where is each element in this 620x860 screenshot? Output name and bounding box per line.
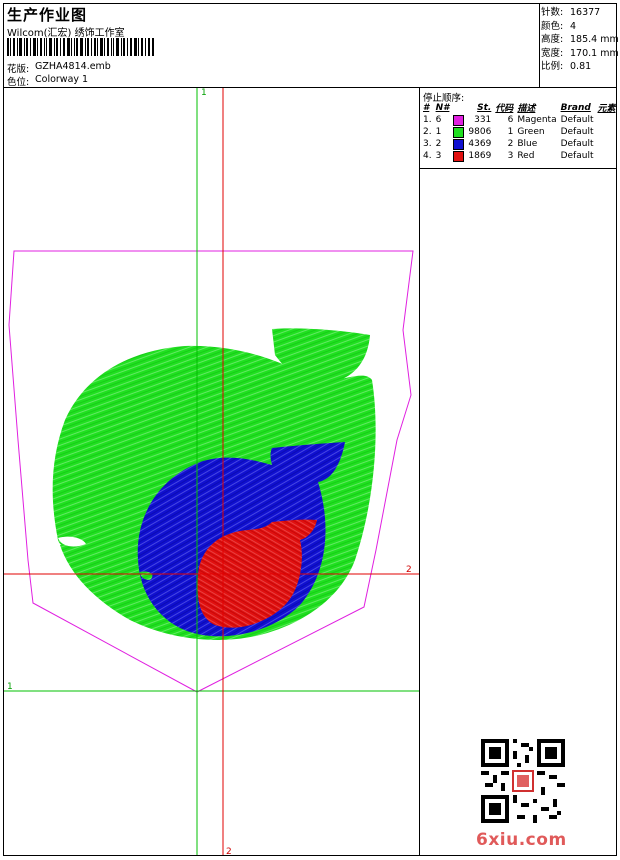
color-swatch (451, 126, 466, 138)
row-needle: 6 (435, 115, 442, 125)
stitch-count-label: 针数: (541, 7, 564, 18)
row-index: 2. (423, 127, 432, 137)
row-brand: Default (560, 139, 594, 149)
row-code: 2 (507, 139, 514, 149)
row-needle: 2 (435, 139, 442, 149)
stop-sequence-table: # N# St. 代码 描述 Brand 元素 1. 6 331 6 Magen… (421, 101, 618, 162)
studio-name: Wilcom(汇宏) 绣饰工作室 (7, 28, 125, 39)
col-description: 描述 (517, 104, 536, 114)
table-row: 2. 1 9806 1 Green Default (421, 126, 618, 138)
swatch-magenta (453, 114, 465, 126)
scale-value: 0.81 (570, 61, 592, 72)
height-value: 185.4 mm (570, 34, 619, 45)
width-value: 170.1 mm (570, 47, 619, 59)
row-element (595, 138, 617, 150)
row-needle: 3 (435, 151, 442, 161)
row-element (595, 126, 617, 138)
row-needle: 1 (435, 127, 442, 137)
table-row: 4. 3 1869 3 Red Default (421, 150, 618, 162)
guide-label-h-right: 2 (406, 565, 412, 575)
stitch-count-value: 16377 (570, 7, 601, 18)
color-count-value: 4 (570, 20, 577, 32)
col-brand: Brand (560, 102, 591, 113)
row-index: 3. (423, 139, 432, 149)
row-stitches: 1869 (468, 151, 492, 161)
stats-divider (539, 3, 540, 87)
scale-label: 比例: (541, 61, 564, 72)
color-swatch (451, 150, 466, 162)
stop-table-header: # N# St. 代码 描述 Brand 元素 (421, 101, 618, 115)
row-brand: Default (560, 127, 594, 137)
row-index: 1. (423, 115, 432, 125)
embroidery-preview (4, 88, 419, 855)
row-stitches: 331 (474, 115, 492, 125)
col-index: # (423, 102, 430, 113)
row-description: Magenta (517, 115, 557, 125)
guide-label-v-bottom: 2 (226, 847, 232, 857)
pattern-label: 花版: (7, 64, 30, 75)
swatch-green (453, 126, 465, 138)
panel-divider (419, 87, 420, 856)
row-code: 6 (507, 115, 514, 125)
row-stitches: 4369 (468, 139, 492, 149)
swatch-red (453, 150, 465, 162)
col-code: 代码 (495, 104, 514, 114)
colorway-value: Colorway 1 (35, 74, 89, 85)
swatch-blue (453, 138, 465, 150)
col-stitches: St. (477, 102, 492, 113)
color-swatch (451, 138, 466, 150)
colorway-label: 色位: (7, 77, 30, 88)
qr-code (481, 739, 565, 823)
row-index: 4. (423, 151, 432, 161)
pattern-filename: GZHA4814.emb (35, 61, 111, 72)
row-element (595, 150, 617, 162)
row-code: 3 (507, 151, 514, 161)
color-count-label: 颜色: (541, 20, 564, 32)
guide-label-h-left: 1 (7, 682, 13, 692)
row-element (595, 114, 617, 126)
barcode (7, 38, 154, 56)
row-description: Green (517, 127, 545, 137)
width-label: 宽度: (541, 47, 564, 59)
height-label: 高度: (541, 34, 564, 45)
design-stats: 针数: 16377 颜色: 4 高度: 185.4 mm 宽度: 170.1 mm 比例… (541, 6, 619, 74)
col-element: 元素 (597, 104, 616, 114)
table-row: 1. 6 331 6 Magenta Default (421, 114, 618, 126)
stop-panel-divider (419, 168, 617, 169)
col-swatch (451, 101, 466, 114)
row-brand: Default (560, 115, 594, 125)
row-brand: Default (560, 151, 594, 161)
table-row: 3. 2 4369 2 Blue Default (421, 138, 618, 150)
watermark-text: 6xiu.com (476, 830, 567, 850)
row-stitches: 9806 (468, 127, 492, 137)
row-description: Blue (517, 139, 538, 149)
color-swatch (451, 114, 466, 126)
col-needle: N# (435, 102, 450, 113)
row-code: 1 (507, 127, 514, 137)
guide-label-v-top: 1 (201, 88, 207, 98)
row-description: Red (517, 151, 535, 161)
page-title: 生产作业图 (7, 6, 88, 24)
